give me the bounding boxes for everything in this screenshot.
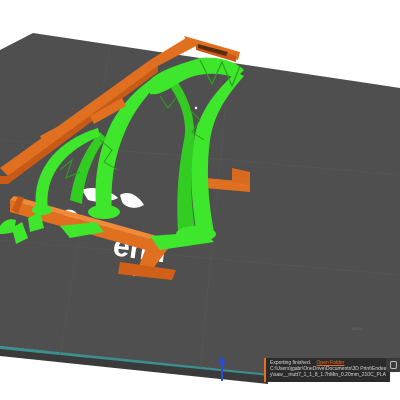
3d-viewport[interactable]: end 4610... Exporting finished. Open Fol… [0, 0, 400, 400]
notification-title: Exporting finished. [270, 360, 312, 366]
notification-path-line2: y\saw__mutt7_1_1_8_1.7hMin_0.20mm_210C_P… [270, 372, 386, 379]
version-label: 4610... [352, 326, 365, 331]
sidebar-collapse-icon[interactable] [386, 358, 400, 372]
z-axis-arrow-icon [218, 356, 226, 381]
export-notification: Exporting finished. Open Folder C:\Users… [264, 358, 390, 382]
viewport-canvas[interactable]: end [0, 0, 400, 400]
open-folder-link[interactable]: Open Folder [317, 360, 345, 366]
